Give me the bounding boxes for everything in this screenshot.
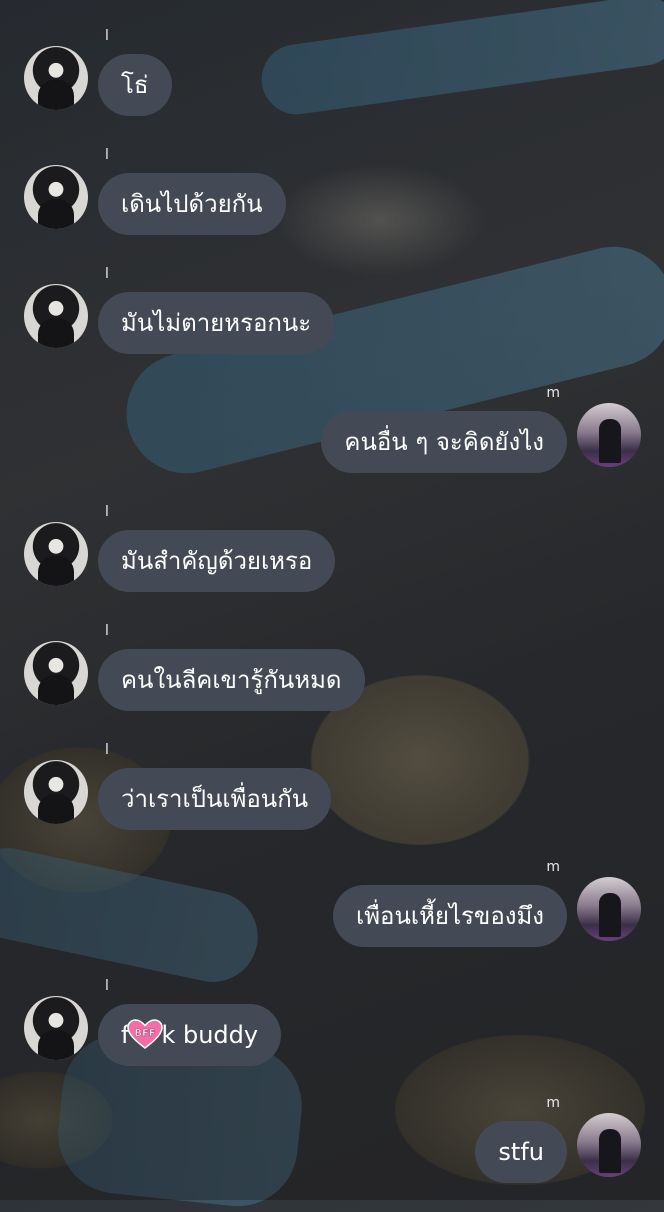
message-bubble[interactable]: คนในลีคเขารู้กันหมด — [98, 649, 365, 711]
sender-avatar[interactable] — [24, 760, 88, 824]
message-bubble[interactable]: คนอื่น ๆ จะคิดยังไง — [321, 411, 567, 473]
sender-name: l — [105, 742, 109, 758]
message-bubble[interactable]: เดินไปด้วยกัน — [98, 173, 286, 235]
message-bubble[interactable]: ว่าเราเป็นเพื่อนกัน — [98, 768, 332, 830]
message-bubble[interactable]: stfu — [475, 1121, 567, 1183]
sender-avatar[interactable] — [577, 1113, 641, 1177]
sender-name: l — [105, 978, 109, 994]
message-bubble[interactable]: โธ่ — [98, 54, 172, 116]
message-row-outgoing: m stfu — [0, 1087, 664, 1205]
sender-avatar[interactable] — [24, 284, 88, 348]
sender-name: l — [105, 623, 109, 639]
message-row-outgoing: m เพื่อนเหี้ยไรของมึง — [0, 851, 664, 969]
sender-avatar[interactable] — [577, 877, 641, 941]
sender-avatar[interactable] — [577, 403, 641, 467]
sender-name: l — [105, 266, 109, 282]
message-row-outgoing: m คนอื่น ๆ จะคิดยังไง — [0, 377, 664, 495]
message-row-incoming: l ว่าเราเป็นเพื่อนกัน — [0, 734, 664, 852]
sticker-label: BFF — [135, 1028, 156, 1039]
message-row-incoming: l มันสำคัญด้วยเหรอ — [0, 496, 664, 614]
sender-avatar[interactable] — [24, 641, 88, 705]
sender-name: l — [105, 28, 109, 44]
sender-name: l — [105, 147, 109, 163]
message-bubble[interactable]: มันสำคัญด้วยเหรอ — [98, 530, 336, 592]
sender-name: m — [546, 859, 560, 875]
message-bubble[interactable]: เพื่อนเหี้ยไรของมึง — [333, 885, 567, 947]
sender-avatar[interactable] — [24, 522, 88, 586]
sender-name: m — [546, 1095, 560, 1111]
sender-name: m — [546, 385, 560, 401]
message-row-incoming: l มันไม่ตายหรอกนะ — [0, 258, 664, 376]
message-text: k buddy — [161, 1021, 259, 1049]
message-row-incoming: l คนในลีคเขารู้กันหมด — [0, 615, 664, 733]
sender-name: l — [105, 504, 109, 520]
message-row-incoming: l โธ่ — [0, 20, 664, 138]
bff-heart-sticker-icon: BFF — [127, 1019, 164, 1049]
message-bubble[interactable]: มันไม่ตายหรอกนะ — [98, 292, 335, 354]
sender-avatar[interactable] — [24, 996, 88, 1060]
message-row-incoming: l เดินไปด้วยกัน — [0, 139, 664, 257]
message-bubble[interactable]: f BFF k buddy — [98, 1004, 282, 1066]
sender-avatar[interactable] — [24, 46, 88, 110]
sender-avatar[interactable] — [24, 165, 88, 229]
message-row-incoming: l f BFF k buddy — [0, 970, 664, 1088]
